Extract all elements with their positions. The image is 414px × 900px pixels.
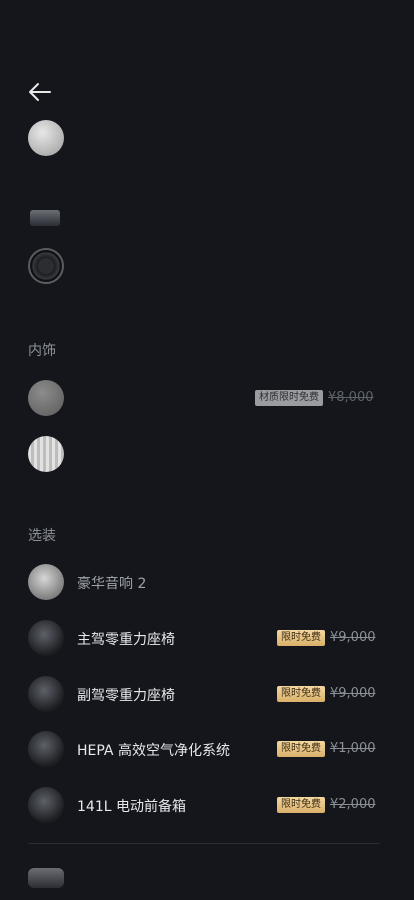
option-label: 主驾零重力座椅 <box>77 632 175 648</box>
section-divider <box>28 843 380 844</box>
option-row-driver-zero-gravity-seat[interactable]: 主驾零重力座椅 限时免费 ¥9,000 <box>0 618 414 658</box>
air-purifier-icon <box>28 731 64 767</box>
interior-original-price: ¥8,000 <box>328 390 374 405</box>
seat-icon <box>28 620 64 656</box>
section-title-options: 选装 <box>28 528 56 544</box>
interior-material-swatch-stripe[interactable] <box>28 436 64 472</box>
original-price: ¥9,000 <box>330 686 376 701</box>
wheel-option-swatch[interactable] <box>28 248 64 284</box>
free-badge: 限时免费 <box>277 741 325 757</box>
free-badge: 限时免费 <box>277 630 325 646</box>
seat-icon <box>28 676 64 712</box>
free-badge: 限时免费 <box>277 686 325 702</box>
option-label: 豪华音响 2 <box>77 576 147 592</box>
front-trunk-icon <box>28 787 64 823</box>
wheel-thumbnail <box>30 210 60 226</box>
free-badge: 限时免费 <box>277 797 325 813</box>
original-price: ¥9,000 <box>330 630 376 645</box>
next-item-thumbnail <box>28 868 64 888</box>
exterior-color-swatch-white[interactable] <box>28 120 64 156</box>
option-row-passenger-zero-gravity-seat[interactable]: 副驾零重力座椅 限时免费 ¥9,000 <box>0 674 414 714</box>
option-label: HEPA 高效空气净化系统 <box>77 743 230 759</box>
option-row-premium-audio[interactable]: 豪华音响 2 <box>0 562 414 602</box>
section-title-interior: 内饰 <box>28 343 56 359</box>
option-label: 副驾零重力座椅 <box>77 688 175 704</box>
original-price: ¥1,000 <box>330 741 376 756</box>
config-page: 内饰 材质限时免费 ¥8,000 选装 豪华音响 2 主驾零重力座椅 限时免费 … <box>0 0 414 900</box>
option-row-hepa-air-purifier[interactable]: HEPA 高效空气净化系统 限时免费 ¥1,000 <box>0 729 414 769</box>
option-row-electric-front-trunk[interactable]: 141L 电动前备箱 限时免费 ¥2,000 <box>0 785 414 825</box>
back-arrow-icon[interactable] <box>26 80 54 104</box>
option-label: 141L 电动前备箱 <box>77 799 186 815</box>
speaker-icon <box>28 564 64 600</box>
interior-promo-badge: 材质限时免费 <box>255 390 323 406</box>
original-price: ¥2,000 <box>330 797 376 812</box>
interior-color-swatch-gray[interactable] <box>28 380 64 416</box>
